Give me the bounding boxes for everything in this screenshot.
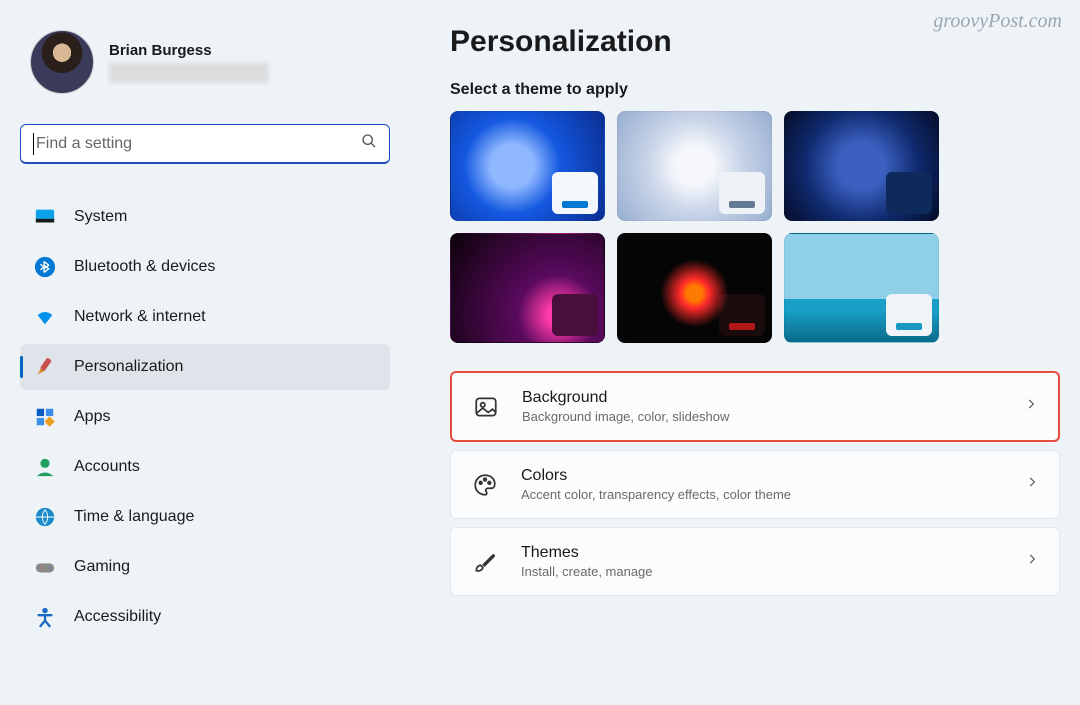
nav-network[interactable]: Network & internet — [20, 294, 390, 340]
setting-title: Themes — [521, 544, 1003, 562]
nav-label: Bluetooth & devices — [74, 258, 215, 276]
bluetooth-icon — [34, 256, 56, 278]
profile-email-redacted — [109, 63, 269, 83]
profile-name: Brian Burgess — [109, 42, 269, 59]
setting-desc: Background image, color, slideshow — [522, 409, 1002, 424]
nav-gaming[interactable]: Gaming — [20, 544, 390, 590]
nav-accounts[interactable]: Accounts — [20, 444, 390, 490]
nav-label: Time & language — [74, 508, 194, 526]
setting-themes[interactable]: Themes Install, create, manage — [450, 527, 1060, 596]
nav-label: Personalization — [74, 358, 183, 376]
theme-tile-1[interactable] — [450, 111, 605, 221]
chevron-right-icon — [1025, 552, 1039, 571]
theme-preview — [886, 294, 932, 336]
theme-preview — [552, 172, 598, 214]
nav-list: System Bluetooth & devices Network & int… — [20, 194, 390, 640]
nav-accessibility[interactable]: Accessibility — [20, 594, 390, 640]
theme-preview — [719, 172, 765, 214]
wifi-icon — [34, 306, 56, 328]
chevron-right-icon — [1024, 397, 1038, 416]
nav-label: Accessibility — [74, 608, 161, 626]
theme-tile-4[interactable] — [450, 233, 605, 343]
paintbrush-icon — [34, 356, 56, 378]
setting-desc: Accent color, transparency effects, colo… — [521, 487, 1003, 502]
setting-background[interactable]: Background Background image, color, slid… — [450, 371, 1060, 442]
nav-apps[interactable]: Apps — [20, 394, 390, 440]
search-icon[interactable] — [361, 133, 377, 154]
nav-label: System — [74, 208, 127, 226]
nav-bluetooth[interactable]: Bluetooth & devices — [20, 244, 390, 290]
brush-icon — [471, 548, 499, 576]
nav-label: Apps — [74, 408, 110, 426]
page-title: Personalization — [450, 25, 1060, 59]
theme-tile-2[interactable] — [617, 111, 772, 221]
theme-tile-3[interactable] — [784, 111, 939, 221]
profile-block[interactable]: Brian Burgess — [30, 30, 390, 94]
main-content: Personalization Select a theme to apply … — [410, 0, 1080, 705]
chevron-right-icon — [1025, 475, 1039, 494]
apps-icon — [34, 406, 56, 428]
theme-tile-6[interactable] — [784, 233, 939, 343]
setting-title: Background — [522, 389, 1002, 407]
accessibility-icon — [34, 606, 56, 628]
setting-title: Colors — [521, 467, 1003, 485]
image-icon — [472, 393, 500, 421]
nav-label: Accounts — [74, 458, 140, 476]
search-box[interactable] — [20, 124, 390, 164]
setting-desc: Install, create, manage — [521, 564, 1003, 579]
theme-preview — [886, 172, 932, 214]
avatar[interactable] — [30, 30, 94, 94]
theme-tile-5[interactable] — [617, 233, 772, 343]
search-input[interactable] — [36, 135, 361, 153]
gamepad-icon — [34, 556, 56, 578]
themes-grid — [450, 111, 1060, 343]
system-icon — [34, 206, 56, 228]
nav-system[interactable]: System — [20, 194, 390, 240]
theme-preview — [552, 294, 598, 336]
theme-preview — [719, 294, 765, 336]
nav-personalization[interactable]: Personalization — [20, 344, 390, 390]
palette-icon — [471, 471, 499, 499]
select-theme-label: Select a theme to apply — [450, 81, 1060, 99]
person-icon — [34, 456, 56, 478]
nav-label: Gaming — [74, 558, 130, 576]
nav-time-language[interactable]: Time & language — [20, 494, 390, 540]
sidebar: Brian Burgess System Bluetooth — [0, 0, 410, 705]
globe-clock-icon — [34, 506, 56, 528]
nav-label: Network & internet — [74, 308, 206, 326]
setting-colors[interactable]: Colors Accent color, transparency effect… — [450, 450, 1060, 519]
text-caret — [33, 133, 34, 155]
